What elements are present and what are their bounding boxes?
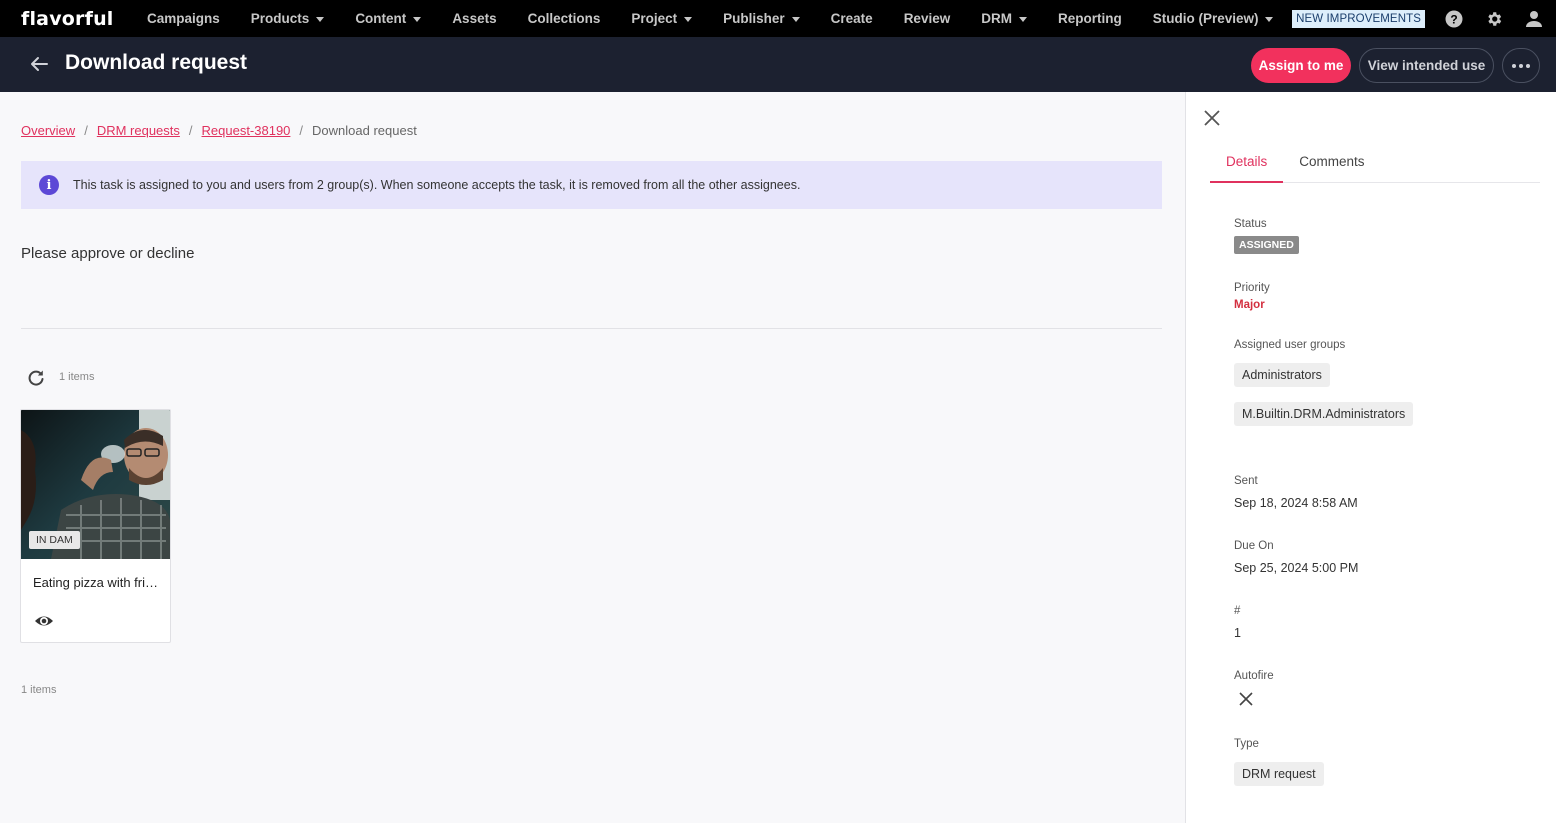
caret-down-icon	[684, 16, 693, 22]
status-label: Status	[1234, 218, 1267, 230]
nav-label: Collections	[527, 11, 601, 26]
more-dots-icon	[1512, 63, 1516, 68]
settings-button[interactable]	[1474, 0, 1514, 37]
nav-label: DRM	[981, 11, 1012, 26]
tab-comments[interactable]: Comments	[1283, 148, 1380, 183]
assign-to-me-button[interactable]: Assign to me	[1251, 48, 1351, 83]
refresh-icon[interactable]	[26, 368, 46, 388]
nav-right-actions: NEW IMPROVEMENTS ?	[1292, 0, 1556, 37]
sent-label: Sent	[1234, 475, 1258, 487]
eye-icon[interactable]	[34, 611, 54, 631]
asset-card[interactable]: IN DAM Eating pizza with friends	[20, 409, 171, 643]
top-navigation: flavorful Campaigns Products Content Ass…	[0, 0, 1556, 37]
nav-label: Project	[631, 11, 678, 26]
view-intended-use-button[interactable]: View intended use	[1359, 48, 1494, 83]
user-menu-button[interactable]	[1514, 0, 1554, 37]
more-dots-icon	[1519, 63, 1523, 68]
task-prompt: Please approve or decline	[21, 245, 195, 262]
autofire-false-icon	[1239, 692, 1253, 706]
asset-thumbnail: IN DAM	[21, 410, 170, 559]
sent-value: Sep 18, 2024 8:58 AM	[1234, 496, 1358, 510]
nav-publisher[interactable]: Publisher	[708, 0, 816, 37]
nav-create[interactable]: Create	[815, 0, 888, 37]
nav-label: Publisher	[723, 11, 785, 26]
info-icon: i	[39, 175, 59, 195]
close-icon[interactable]	[1203, 109, 1221, 127]
due-on-label: Due On	[1234, 540, 1274, 552]
gear-icon	[1488, 11, 1502, 26]
more-options-button[interactable]	[1502, 48, 1540, 83]
user-icon	[1526, 10, 1542, 27]
nav-label: Assets	[452, 11, 497, 26]
items-count-footer: 1 items	[21, 684, 57, 696]
details-panel: Details Comments Status ASSIGNED Priorit…	[1185, 92, 1556, 823]
number-value: 1	[1234, 626, 1241, 640]
breadcrumb-request[interactable]: Request-38190	[202, 123, 291, 138]
group-chip: M.Builtin.DRM.Administrators	[1234, 402, 1414, 426]
nav-label: Create	[830, 11, 873, 26]
nav-studio[interactable]: Studio (Preview)	[1137, 0, 1289, 37]
caret-down-icon	[413, 16, 422, 22]
caret-down-icon	[791, 16, 800, 22]
main-content: Overview / DRM requests / Request-38190 …	[0, 92, 1185, 823]
logo[interactable]: flavorful	[21, 8, 114, 30]
more-dots-icon	[1526, 63, 1530, 68]
assigned-groups-label: Assigned user groups	[1234, 339, 1346, 351]
info-banner-text: This task is assigned to you and users f…	[73, 178, 801, 192]
priority-label: Priority	[1234, 282, 1270, 294]
nav-review[interactable]: Review	[888, 0, 966, 37]
nav-assets[interactable]: Assets	[437, 0, 512, 37]
caret-down-icon	[316, 16, 325, 22]
page-header: Download request Assign to me View inten…	[0, 37, 1556, 92]
nav-products[interactable]: Products	[235, 0, 340, 37]
page-title: Download request	[65, 51, 248, 74]
nav-content[interactable]: Content	[340, 0, 437, 37]
breadcrumb-separator: /	[84, 123, 88, 138]
info-banner: i This task is assigned to you and users…	[21, 161, 1162, 209]
divider	[21, 328, 1162, 329]
priority-value: Major	[1234, 299, 1265, 311]
caret-down-icon	[1018, 16, 1027, 22]
help-button[interactable]: ?	[1434, 0, 1474, 37]
status-badge: ASSIGNED	[1234, 236, 1299, 254]
breadcrumb-separator: /	[188, 123, 193, 138]
breadcrumb-separator: /	[299, 123, 304, 138]
help-icon: ?	[1445, 10, 1463, 27]
breadcrumb-current: Download request	[312, 123, 417, 138]
in-dam-badge: IN DAM	[29, 531, 80, 549]
new-improvements-button[interactable]: NEW IMPROVEMENTS	[1292, 9, 1425, 28]
breadcrumb: Overview / DRM requests / Request-38190 …	[21, 123, 417, 138]
type-chip: DRM request	[1234, 762, 1324, 786]
nav-label: Products	[250, 11, 310, 26]
panel-tabs: Details Comments	[1210, 148, 1540, 183]
nav-reporting[interactable]: Reporting	[1042, 0, 1137, 37]
due-on-value: Sep 25, 2024 5:00 PM	[1234, 561, 1359, 575]
type-label: Type	[1234, 738, 1259, 750]
breadcrumb-drm-requests[interactable]: DRM requests	[97, 123, 180, 138]
nav-project[interactable]: Project	[616, 0, 708, 37]
group-chip: Administrators	[1234, 363, 1330, 387]
nav-label: Campaigns	[147, 11, 220, 26]
autofire-label: Autofire	[1234, 670, 1274, 682]
nav-collections[interactable]: Collections	[512, 0, 616, 37]
nav-campaigns[interactable]: Campaigns	[132, 0, 236, 37]
nav-label: Content	[355, 11, 407, 26]
back-arrow-icon[interactable]	[28, 53, 50, 75]
number-label: #	[1234, 605, 1241, 617]
nav-label: Studio (Preview)	[1152, 11, 1259, 26]
breadcrumb-overview[interactable]: Overview	[21, 123, 75, 138]
nav-drm[interactable]: DRM	[966, 0, 1043, 37]
asset-title[interactable]: Eating pizza with friends	[33, 575, 163, 590]
items-count: 1 items	[59, 371, 95, 383]
tab-details[interactable]: Details	[1210, 148, 1284, 183]
nav-label: Reporting	[1057, 11, 1122, 26]
caret-down-icon	[1265, 16, 1274, 22]
nav-label: Review	[903, 11, 951, 26]
svg-text:?: ?	[1450, 12, 1457, 26]
